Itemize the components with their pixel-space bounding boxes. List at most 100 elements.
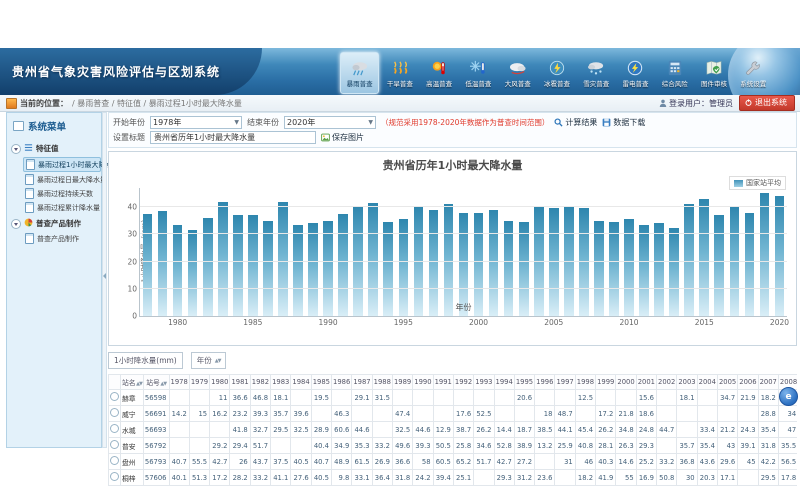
calculate-button[interactable]: 计算结果 [554,117,597,128]
bar-2008[interactable] [594,221,604,316]
bar-1993[interactable] [368,203,378,316]
year-header-1996[interactable]: 1996 [535,375,555,390]
bar-1989[interactable] [308,223,318,316]
bar-1979[interactable] [158,211,168,316]
year-header-1998[interactable]: 1998 [575,375,595,390]
station-id-header[interactable]: 站号 ▲▼ [143,375,169,390]
nav-item-risk[interactable]: 综合风险 [656,53,693,93]
bar-2020[interactable] [775,196,785,316]
bar-1988[interactable] [293,225,303,316]
end-year-select[interactable]: 2020年▼ [284,116,376,129]
year-header-1985[interactable]: 1985 [311,375,331,390]
bar-1991[interactable] [338,214,348,316]
year-header-1992[interactable]: 1992 [453,375,473,390]
year-header-1989[interactable]: 1989 [392,375,412,390]
bar-2002[interactable] [504,221,514,316]
year-header-1982[interactable]: 1982 [250,375,270,390]
start-year-select[interactable]: 1978年▼ [150,116,242,129]
nav-item-drought[interactable]: 干旱普查 [381,53,418,93]
tree-toggle-icon[interactable] [11,144,21,154]
year-header-1978[interactable]: 1978 [169,375,189,390]
bar-1981[interactable] [188,230,198,316]
year-header-1981[interactable]: 1981 [230,375,250,390]
year-header-1986[interactable]: 1986 [332,375,352,390]
year-header-1979[interactable]: 1979 [189,375,209,390]
sidebar-item[interactable]: 暴雨过程持续天数 [23,187,101,200]
year-header-1991[interactable]: 1991 [433,375,453,390]
sidebar-item[interactable]: 暴雨过程1小时最大降水量 [23,157,101,172]
year-header-1990[interactable]: 1990 [413,375,433,390]
year-header-2002[interactable]: 2002 [657,375,677,390]
year-header-1980[interactable]: 1980 [210,375,230,390]
year-header-1993[interactable]: 1993 [474,375,494,390]
nav-item-hail[interactable]: 冰雹普查 [538,53,575,93]
nav-item-high-temp[interactable]: 高温普查 [421,53,458,93]
row-expand-icon[interactable] [110,472,119,481]
bar-1983[interactable] [218,202,228,316]
nav-item-settings[interactable]: 系统设置 [735,53,772,93]
year-header-1999[interactable]: 1999 [596,375,616,390]
year-header-1984[interactable]: 1984 [291,375,311,390]
sidebar-group-header[interactable]: 特征值 [11,141,101,156]
bar-1994[interactable] [383,222,393,316]
sort-carets-icon[interactable]: ▲▼ [136,381,142,387]
bar-2012[interactable] [654,223,664,316]
bar-2000[interactable] [474,213,484,316]
station-name-header[interactable]: 站名 ▲▼ [121,375,144,390]
bar-1980[interactable] [173,225,183,316]
row-expand-icon[interactable] [110,408,119,417]
metric-pivot-button[interactable]: 1小时降水量(mm) [108,352,183,369]
bar-2015[interactable] [699,199,709,316]
year-header-2000[interactable]: 2000 [616,375,636,390]
nav-item-wind[interactable]: 大风普查 [499,53,536,93]
floating-widget-icon[interactable]: e [779,387,798,406]
nav-item-rainstorm[interactable]: 暴雨普查 [340,52,379,94]
nav-item-map-review[interactable]: 图件审核 [695,53,732,93]
year-header-1995[interactable]: 1995 [514,375,534,390]
year-header-2004[interactable]: 2004 [697,375,717,390]
row-expand-icon[interactable] [110,440,119,449]
sidebar-item[interactable]: 暴雨过程日最大降水量 [23,173,101,186]
logout-button[interactable]: 退出系统 [739,95,795,111]
bar-1978[interactable] [143,214,153,316]
save-image-button[interactable]: 保存图片 [321,132,364,143]
year-header-2006[interactable]: 2006 [738,375,758,390]
bar-2013[interactable] [669,228,679,317]
year-header-1994[interactable]: 1994 [494,375,514,390]
sidebar-item[interactable]: 暴雨过程累计降水量 [23,201,101,214]
bar-2011[interactable] [639,225,649,316]
year-header-2007[interactable]: 2007 [758,375,778,390]
bar-2007[interactable] [579,208,589,316]
download-button[interactable]: 数据下载 [602,117,645,128]
bar-2018[interactable] [745,213,755,316]
year-header-2005[interactable]: 2005 [717,375,737,390]
bar-1990[interactable] [323,221,333,316]
sidebar-group-header[interactable]: 普查产品制作 [11,216,101,231]
bar-2009[interactable] [609,222,619,316]
bar-1984[interactable] [233,215,243,316]
bar-1985[interactable] [248,215,258,316]
nav-item-lightning[interactable]: 雷电普查 [617,53,654,93]
sidebar-item[interactable]: 普查产品制作 [23,232,101,245]
bar-1986[interactable] [263,221,273,316]
bar-1987[interactable] [278,202,288,316]
bar-1999[interactable] [459,213,469,316]
bar-2001[interactable] [489,210,499,316]
year-header-1983[interactable]: 1983 [271,375,291,390]
chart-title-input[interactable]: 贵州省历年1小时最大降水量 [150,131,316,144]
nav-item-low-temp[interactable]: 低温普查 [460,53,497,93]
sort-carets-icon[interactable]: ▲▼ [160,381,166,387]
bar-2016[interactable] [714,215,724,316]
year-header-1988[interactable]: 1988 [372,375,392,390]
year-header-2003[interactable]: 2003 [677,375,697,390]
year-header-1987[interactable]: 1987 [352,375,372,390]
row-expand-icon[interactable] [110,456,119,465]
year-header-2001[interactable]: 2001 [636,375,656,390]
sidebar-splitter[interactable] [102,112,107,448]
bar-2019[interactable] [760,193,770,316]
bar-1997[interactable] [429,210,439,316]
nav-item-snow[interactable]: 雪灾普查 [578,53,615,93]
bar-2003[interactable] [519,222,529,316]
sidebar-collapse-icon[interactable] [13,121,24,131]
row-expand-icon[interactable] [110,424,119,433]
